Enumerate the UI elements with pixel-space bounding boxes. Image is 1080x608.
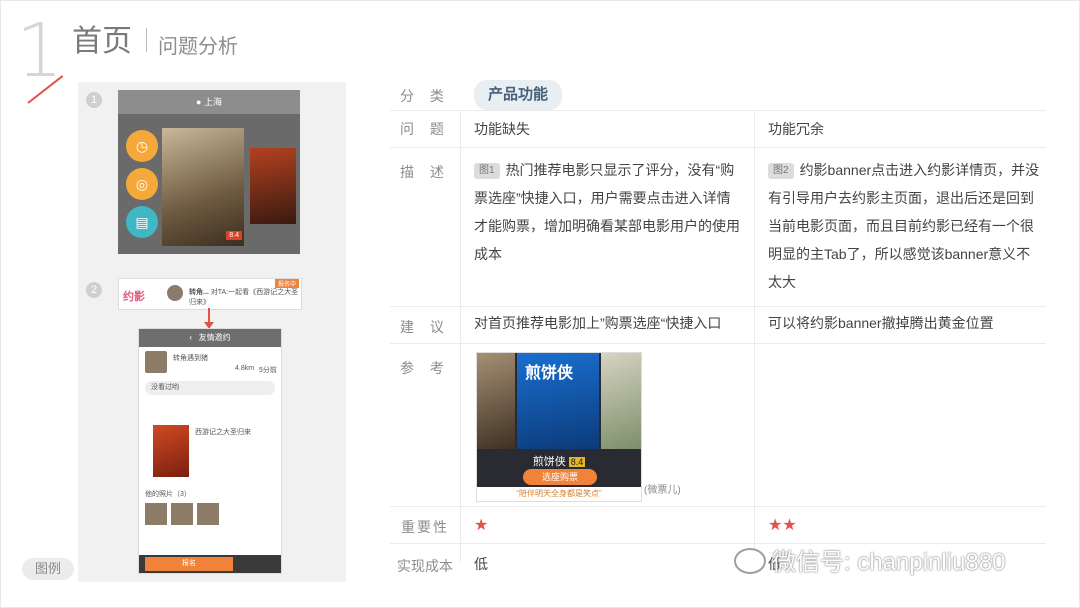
row-suggestion: 建 议 对首页推荐电影加上”购票选座“快捷入口 可以将约影banner撤掉腾出黄… bbox=[390, 307, 1046, 344]
phone-topbar: ‹ 友情邀约 bbox=[139, 329, 281, 347]
ref-movie-name: 煎饼侠 bbox=[532, 456, 566, 468]
figure-badge-2: 2 bbox=[86, 282, 102, 298]
movie-poster bbox=[477, 353, 515, 449]
row-reference: 参 考 煎饼侠 煎饼侠 8.4 选座购票 “陪伴明天全身都是笑点” (微票儿) bbox=[390, 344, 1046, 507]
problem-col2: 功能冗余 bbox=[768, 121, 824, 137]
invite-note: 没看过哟 bbox=[145, 381, 275, 395]
row-description: 描 述 图1 热门推荐电影只显示了评分，没有“购票选座”快捷入口，用户需要点击进入… bbox=[390, 148, 1046, 307]
film-reel-icon: ◎ bbox=[126, 168, 158, 200]
phone-topbar-title: 友情邀约 bbox=[198, 333, 231, 342]
page-subtitle: 问题分析 bbox=[158, 36, 238, 58]
title-divider bbox=[146, 28, 147, 52]
suggest-col1: 对首页推荐电影加上”购票选座“快捷入口 bbox=[474, 315, 722, 331]
row-label: 分 类 bbox=[400, 88, 450, 104]
star-icon: ★★ bbox=[768, 517, 797, 534]
analysis-table: 分 类 产品功能 问 题 功能缺失 功能冗余 描 述 图1 热门推荐电影只显示了评… bbox=[390, 80, 1046, 584]
time-label: 5分前 bbox=[259, 367, 277, 374]
photo-thumb bbox=[171, 503, 193, 525]
row-label: 问 题 bbox=[400, 121, 450, 137]
banner-user-name: 转角... bbox=[189, 289, 209, 296]
signup-button: 报名 bbox=[145, 557, 233, 571]
cost-col1: 低 bbox=[474, 556, 488, 572]
yueying-logo: 约影 bbox=[123, 291, 145, 303]
row-label: 重要性 bbox=[401, 519, 449, 535]
figure-tag-2: 图2 bbox=[768, 163, 794, 179]
screenshot-yueying-banner: 约影 转角... 对TA:一起看《西游记之大圣归来》 报名中 bbox=[118, 278, 302, 310]
legend-label: 图例 bbox=[22, 558, 74, 580]
desc-col2: 约影banner点击进入约影详情页，并没有引导用户去约影主页面，退出后还是回到当… bbox=[768, 162, 1040, 290]
city-bar: ● 上海 bbox=[118, 90, 300, 114]
row-label: 建 议 bbox=[400, 319, 450, 335]
reference-image: 煎饼侠 煎饼侠 8.4 选座购票 “陪伴明天全身都是笑点” bbox=[476, 352, 642, 502]
photo-thumb bbox=[197, 503, 219, 525]
watermark: 微信号: chanpinliu880 bbox=[734, 542, 1005, 577]
movie-poster-main bbox=[162, 128, 244, 246]
photo-thumb bbox=[145, 503, 167, 525]
column-divider bbox=[460, 110, 461, 562]
movie-poster-side bbox=[250, 148, 296, 224]
row-category: 分 类 产品功能 bbox=[390, 80, 1046, 111]
section-number: 1 bbox=[16, 8, 64, 94]
ticket-icon: ▤ bbox=[126, 206, 158, 238]
movie-poster bbox=[153, 425, 189, 477]
rating-badge: 8.4 bbox=[226, 231, 242, 240]
movie-title: 西游记之大圣归来 bbox=[195, 429, 251, 436]
invite-user-name: 转角遇到猪 bbox=[173, 355, 208, 362]
avatar bbox=[145, 351, 167, 373]
movie-poster bbox=[601, 353, 641, 449]
avatar bbox=[167, 285, 183, 301]
page-title: 首页 bbox=[72, 25, 132, 58]
wechat-icon bbox=[734, 548, 766, 574]
photos-label: 他的照片（3） bbox=[145, 491, 191, 498]
rating-badge: 8.4 bbox=[568, 457, 586, 467]
status-badge: 报名中 bbox=[274, 279, 299, 288]
clock-icon: ◷ bbox=[126, 130, 158, 162]
column-divider bbox=[754, 110, 755, 562]
screenshot-invite-detail: ‹ 友情邀约 转角遇到猪 4.8km 5分前 没看过哟 西游记之大圣归来 他的照… bbox=[138, 328, 282, 574]
reference-caption: (微票儿) bbox=[644, 485, 681, 496]
buy-ticket-button: 选座购票 bbox=[523, 469, 597, 485]
figure-badge-1: 1 bbox=[86, 92, 102, 108]
star-icon: ★ bbox=[474, 517, 489, 534]
poster-title: 煎饼侠 bbox=[525, 365, 574, 382]
distance-label: 4.8km bbox=[235, 365, 255, 372]
row-problem: 问 题 功能缺失 功能冗余 bbox=[390, 111, 1046, 148]
watermark-text: 微信号: chanpinliu880 bbox=[772, 549, 1006, 576]
category-pill: 产品功能 bbox=[474, 80, 563, 110]
row-label: 实现成本 bbox=[397, 558, 453, 574]
row-label: 描 述 bbox=[400, 164, 450, 180]
city-label: 上海 bbox=[203, 97, 222, 107]
row-label: 参 考 bbox=[400, 360, 450, 376]
screenshot-home-recommend: ● 上海 ◷ ◎ ▤ 8.4 bbox=[118, 90, 300, 254]
suggest-col2: 可以将约影banner撤掉腾出黄金位置 bbox=[768, 315, 994, 331]
problem-col1: 功能缺失 bbox=[474, 121, 530, 137]
desc-col1: 热门推荐电影只显示了评分，没有“购票选座”快捷入口，用户需要点击进入详情才能购票… bbox=[474, 162, 740, 262]
row-importance: 重要性 ★ ★★ bbox=[390, 507, 1046, 544]
figure-tag-1: 图1 bbox=[474, 163, 500, 179]
movie-quote: “陪伴明天全身都是笑点” bbox=[477, 487, 641, 501]
